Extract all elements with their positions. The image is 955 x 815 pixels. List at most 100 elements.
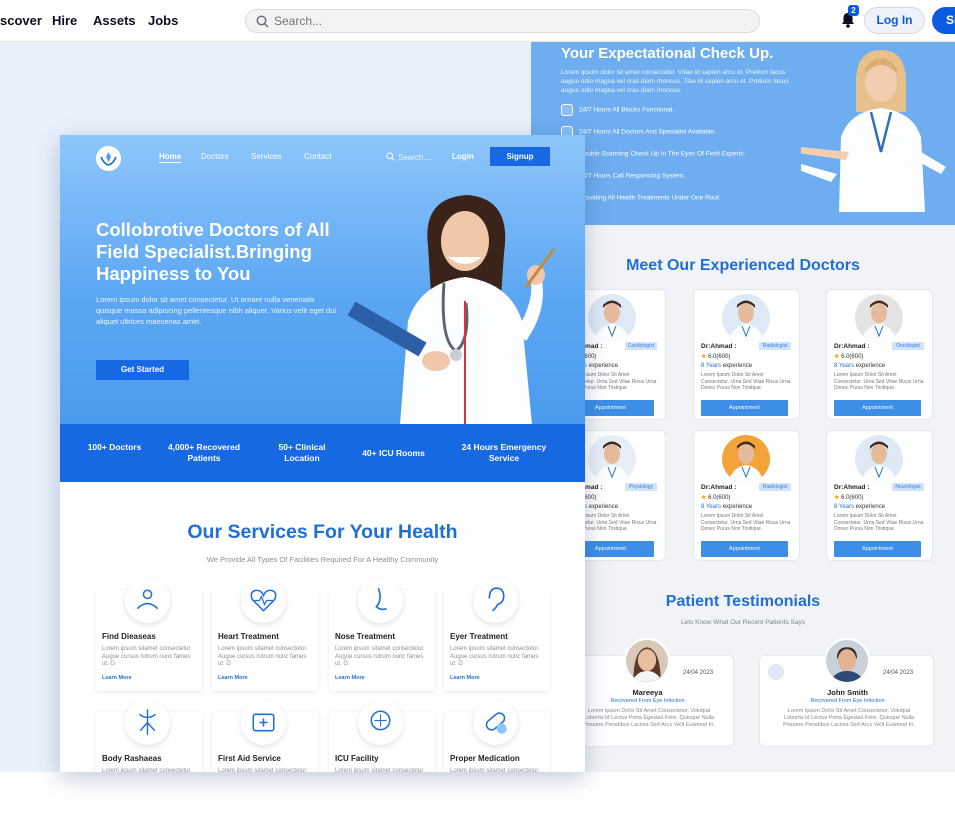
doctor-card: Dr:Ahmad : Neurologist ★ 6.0(600) 8 Years e…	[826, 430, 933, 561]
female-doctor-pointing-image	[801, 50, 946, 212]
doctor-avatar	[855, 435, 903, 483]
doctor-experience: 8 Years experience	[701, 363, 753, 369]
stat-recovered-patients: 4,000+ Recovered Patients	[167, 442, 241, 463]
search-icon	[256, 15, 269, 28]
stat-clinical-location: 50+ Clinical Location	[278, 442, 326, 463]
first-aid-kit-icon	[241, 700, 286, 745]
service-description: Lorem ipsum sitamet consectetur. Augue c…	[335, 646, 425, 667]
testimonial-text: Lorem Ipsum Dolor Sit Amet Consectetur. …	[583, 708, 715, 728]
service-card: Find Dieaseas Lorem ipsum sitamet consect…	[96, 578, 202, 691]
doctor-avatar	[722, 435, 770, 483]
star-icon: ★	[834, 354, 840, 360]
left-mockup-page: Home Doctors Services Contact Search....…	[60, 135, 585, 772]
service-title: Body Rashaeas	[102, 754, 162, 763]
nav-link-assets[interactable]: Assets	[93, 13, 136, 28]
patient-avatar	[624, 638, 670, 684]
doctor-avatar	[588, 435, 636, 483]
stat-emergency-service: 24 Hours Emergency Service	[461, 442, 547, 463]
service-title: ICU Facility	[335, 754, 379, 763]
service-description: Lorem ipsum sitamet consectetur	[450, 768, 539, 772]
stat-icu-rooms: 40+ ICU Rooms	[362, 448, 425, 458]
service-title: Find Dieaseas	[102, 632, 156, 641]
nav-link-hire[interactable]: Hire	[52, 13, 77, 28]
search-icon	[386, 152, 395, 161]
service-title: Nose Treatment	[335, 632, 396, 641]
testimonial-date: 24/04 2023	[683, 670, 714, 676]
learn-more-link[interactable]: Learn More	[102, 675, 132, 681]
doctor-rating: ★ 6.0(600)	[834, 354, 864, 360]
doctor-avatar	[855, 294, 903, 342]
person-icon	[125, 578, 170, 623]
star-icon: ★	[834, 495, 840, 501]
doctor-avatar	[722, 294, 770, 342]
star-icon: ★	[701, 495, 707, 501]
icu-icon	[358, 700, 403, 745]
appointment-button[interactable]: Appointment	[701, 400, 788, 416]
services-title: Our Services For Your Health	[187, 521, 458, 543]
feature-item: 24/7 Hours All Blocks Functional.	[561, 104, 674, 116]
stat-doctors: 100+ Doctors	[87, 442, 142, 452]
checkup-description: Lorem ipsum dolor sit amet consectetur. …	[561, 69, 789, 94]
nav-link-discover[interactable]: scover	[0, 13, 42, 28]
patient-avatar	[824, 638, 870, 684]
testimonial-recovered: Recovered From Eye Infection	[610, 698, 685, 704]
feature-item: Double Scanning Check Up In The Eyes Of …	[561, 148, 745, 160]
doctor-card: Dr:Ahmad : Oncologist ★ 6.0(600) 8 Years ex…	[826, 289, 933, 420]
learn-more-link[interactable]: Learn More	[335, 675, 365, 681]
service-description: Lorem ipsum sitamet consectetur	[218, 768, 307, 772]
site-login-link[interactable]: Login	[452, 152, 474, 161]
service-title: Proper Medication	[450, 754, 520, 763]
doctor-rating: ★ 6.0(600)	[701, 354, 731, 360]
doctor-card: Dr:Ahmad : Radiologist ★ 6.0(600) 8 Years e…	[693, 430, 800, 561]
doctor-name: Dr:Ahmad :	[701, 484, 737, 491]
doctor-description: Lorem Ipsum Dolor Sit Amet Consectetur. …	[701, 372, 791, 391]
doctor-rating: ★ 6.0(600)	[701, 495, 731, 501]
checkup-title: Your Expectational Check Up.	[561, 45, 774, 62]
service-description: Lorem ipsum sitamet consectetur	[102, 768, 191, 772]
learn-more-link[interactable]: Learn More	[218, 675, 248, 681]
nav-contact[interactable]: Contact	[304, 152, 332, 161]
get-started-button[interactable]: Get Started	[96, 360, 189, 380]
hero-description: Lorem ipsum dolor sit amet consectetur. …	[96, 295, 337, 326]
testimonial-name: John Smith	[827, 688, 868, 697]
doctor-description: Lorem Ipsum Dolor Sit Amet Consectetur. …	[834, 372, 924, 391]
appointment-button[interactable]: Appointment	[834, 541, 921, 557]
doctor-card: Dr:Ahmad : Radiologist ★ 6.0(600) 8 Years e…	[693, 289, 800, 420]
login-button[interactable]: Log In	[864, 7, 925, 34]
ear-icon	[473, 578, 518, 623]
search-bar[interactable]	[245, 9, 760, 33]
doctor-name: Dr:Ahmad :	[701, 343, 737, 350]
search-input[interactable]	[274, 13, 744, 29]
testimonial-card: 24/04 2023 Mareeya Recovered From Eye In…	[559, 638, 734, 747]
appointment-button[interactable]: Appointment	[834, 400, 921, 416]
testimonials-title: Patient Testimonials	[665, 593, 821, 610]
stats-bar: 100+ Doctors 4,000+ Recovered Patients 5…	[60, 424, 585, 482]
body-icon	[125, 700, 170, 745]
site-search[interactable]: Search....	[386, 152, 432, 162]
doctor-name: Dr:Ahmad :	[834, 343, 870, 350]
service-card: First Aid Service Lorem ipsum sitamet con…	[212, 700, 318, 772]
dribbble-shot-page: scover Hire Assets Jobs 2 Log In Si Your…	[0, 0, 955, 815]
nav-doctors[interactable]: Doctors	[201, 152, 229, 161]
nav-services[interactable]: Services	[251, 152, 282, 161]
clinic-logo-icon[interactable]	[96, 146, 121, 171]
doctor-avatar	[588, 294, 636, 342]
top-navigation-bar: scover Hire Assets Jobs 2 Log In Si	[0, 0, 955, 42]
hero-section: Home Doctors Services Contact Search....…	[60, 135, 585, 424]
right-mockup-page: Your Expectational Check Up. Lorem ipsum…	[531, 42, 955, 772]
service-title: Eyer Treatment	[450, 632, 508, 641]
service-card: Heart Treatment Lorem ipsum sitamet conse…	[212, 578, 318, 691]
appointment-button[interactable]: Appointment	[701, 541, 788, 557]
site-signup-button[interactable]: Signup	[490, 147, 550, 166]
nav-link-jobs[interactable]: Jobs	[148, 13, 178, 28]
doctor-specialty-badge: Cardiologist	[625, 342, 657, 350]
notification-count-badge: 2	[848, 5, 859, 16]
nav-home[interactable]: Home	[159, 152, 182, 163]
service-title: Heart Treatment	[218, 632, 279, 641]
doctor-description: Lorem Ipsum Dolor Sit Amet Consectetur. …	[834, 513, 924, 532]
star-icon: ★	[701, 354, 707, 360]
doctor-name: Dr:Ahmad :	[834, 484, 870, 491]
signup-button[interactable]: Si	[932, 7, 955, 34]
learn-more-link[interactable]: Learn More	[450, 675, 480, 681]
heart-icon	[241, 578, 286, 623]
